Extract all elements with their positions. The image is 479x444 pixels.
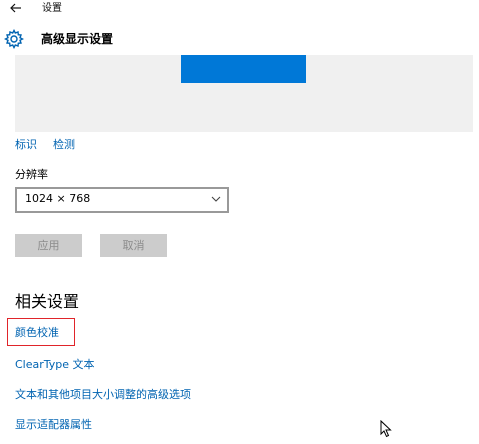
advanced-sizing-link[interactable]: 文本和其他项目大小调整的高级选项 (15, 388, 191, 402)
chevron-down-icon (211, 196, 221, 202)
resolution-label: 分辨率 (15, 168, 48, 181)
related-settings-heading: 相关设置 (15, 292, 80, 311)
identify-link[interactable]: 标识 (15, 138, 37, 152)
cancel-button[interactable]: 取消 (100, 234, 167, 257)
color-calibration-link[interactable]: 颜色校准 (15, 326, 59, 340)
window-title: 设置 (42, 3, 62, 14)
display-preview-panel (15, 55, 473, 132)
display-adapter-properties-link[interactable]: 显示适配器属性 (15, 418, 92, 432)
back-arrow-icon[interactable] (9, 1, 23, 15)
cleartype-text-link[interactable]: ClearType 文本 (15, 358, 95, 372)
apply-button[interactable]: 应用 (15, 234, 82, 257)
title-bar: 设置 (0, 0, 479, 18)
resolution-dropdown[interactable]: 1024 × 768 (15, 187, 229, 213)
page-header: 高级显示设置 (0, 25, 479, 55)
detect-link[interactable]: 检测 (53, 138, 75, 152)
mouse-cursor-icon (380, 420, 392, 438)
page-title: 高级显示设置 (41, 32, 114, 46)
resolution-value: 1024 × 768 (25, 192, 91, 205)
monitor-tile[interactable] (181, 55, 306, 83)
gear-icon (4, 29, 24, 49)
